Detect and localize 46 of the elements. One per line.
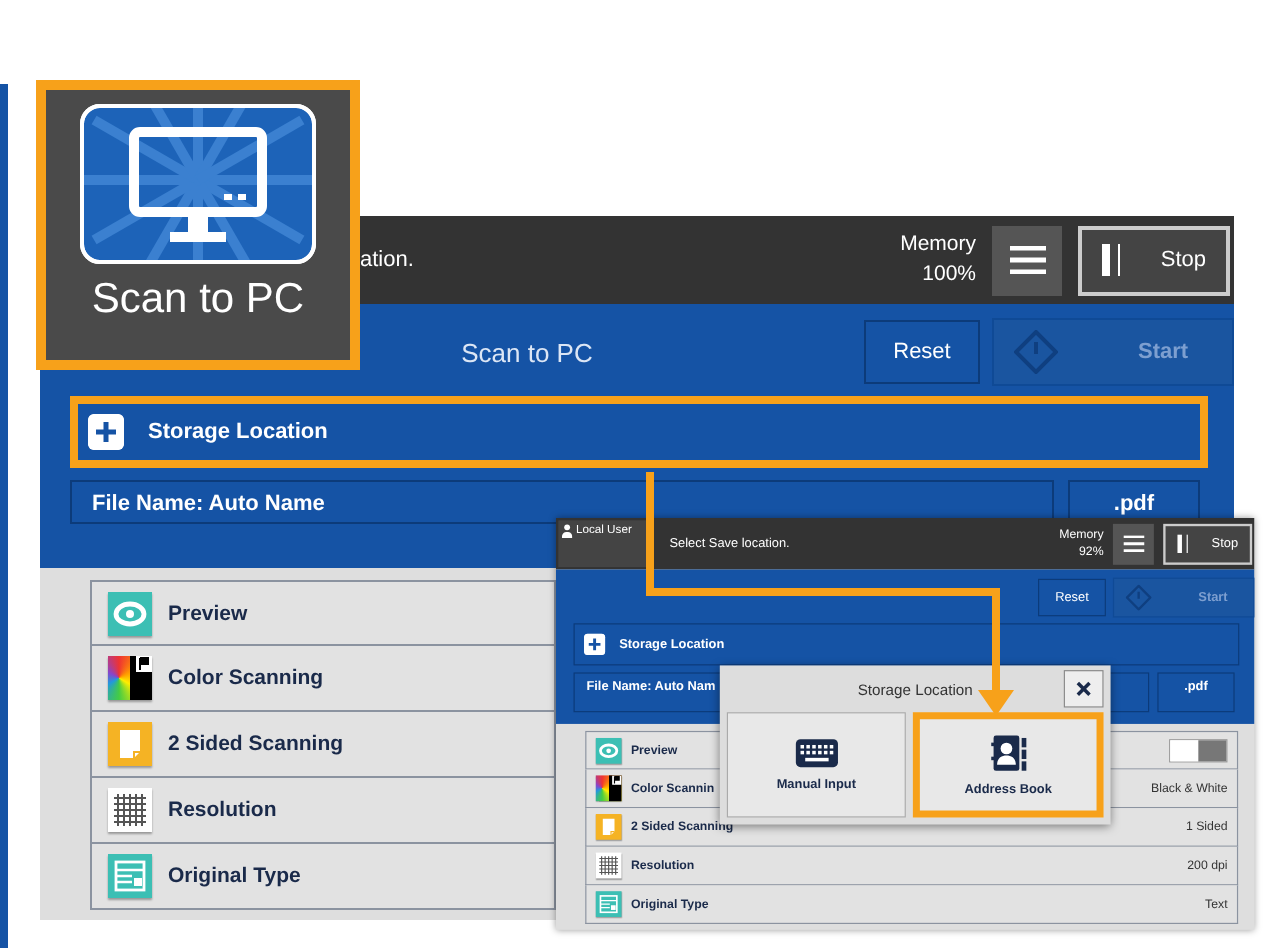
keyboard-icon: [794, 737, 839, 769]
reset-button[interactable]: Reset: [864, 320, 980, 384]
feature-row[interactable]: Resolution: [90, 778, 556, 844]
person-icon: [561, 523, 573, 538]
feature-row[interactable]: 2 Sided Scanning: [90, 712, 556, 778]
grid-icon: [595, 852, 622, 879]
close-button[interactable]: [1063, 670, 1104, 708]
feature-label: Resolution: [168, 798, 277, 822]
storage-location-button[interactable]: Storage Location: [70, 396, 1208, 468]
color-palette-icon: [595, 775, 622, 802]
plus-icon: [88, 414, 124, 450]
feature-row[interactable]: Color Scanning: [90, 646, 556, 712]
screen-title: Scan to PC: [459, 337, 595, 367]
address-book-icon: [988, 733, 1029, 774]
feature-label: Preview: [168, 601, 248, 625]
diamond-icon: [1014, 330, 1058, 374]
eye-icon: [108, 591, 152, 635]
close-icon: [1075, 680, 1092, 697]
page-icon: [108, 722, 152, 766]
feature-row[interactable]: Preview: [90, 580, 556, 646]
color-palette-icon: [108, 656, 152, 700]
scan-to-pc-tile[interactable]: Scan to PC: [36, 80, 360, 370]
document-icon: [108, 854, 152, 898]
menu-icon: [1009, 246, 1045, 274]
document-icon: [595, 891, 622, 917]
menu-button[interactable]: [1112, 523, 1154, 565]
eye-icon: [595, 737, 622, 764]
feature-label: Original Type: [168, 864, 301, 888]
memory-value: 100%: [922, 260, 976, 290]
feature-label: 2 Sided Scanning: [168, 732, 344, 756]
file-name-button[interactable]: File Name: Auto Name: [70, 480, 1054, 524]
monitor-icon: [80, 104, 316, 264]
tile-label: Scan to PC: [91, 276, 305, 324]
grid-icon: [108, 788, 152, 832]
toggle-switch[interactable]: [1169, 738, 1228, 762]
page-icon: [595, 814, 622, 840]
menu-button[interactable]: [992, 225, 1062, 295]
status-message: ation.: [360, 248, 416, 272]
pause-icon: [1102, 244, 1121, 276]
plus-icon: [584, 633, 606, 655]
menu-icon: [1122, 535, 1144, 552]
memory-label: Memory: [900, 230, 976, 260]
stop-button[interactable]: Stop: [1078, 225, 1230, 295]
feature-label: Color Scanning: [168, 666, 324, 690]
feature-row[interactable]: Original Type: [90, 844, 556, 910]
diamond-icon: [1125, 584, 1152, 611]
